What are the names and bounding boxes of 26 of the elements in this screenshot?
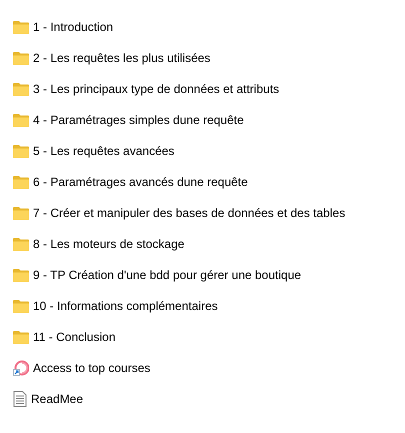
- folder-icon: [13, 144, 29, 158]
- file-name[interactable]: 5 - Les requêtes avancées: [33, 144, 174, 158]
- file-name[interactable]: 7 - Créer et manipuler des bases de données et des tables: [33, 206, 346, 220]
- file-name[interactable]: 2 - Les requêtes les plus utilisées: [33, 50, 210, 64]
- file-name[interactable]: 6 - Paramétrages avancés dune requête: [33, 174, 248, 188]
- file-name[interactable]: Access to top courses: [33, 360, 150, 374]
- folder-icon: [13, 82, 29, 96]
- file-name[interactable]: ReadMee: [31, 392, 84, 406]
- text-file-icon: [13, 390, 27, 406]
- folder-icon: [13, 50, 29, 64]
- file-name[interactable]: 1 - Introduction: [33, 20, 114, 34]
- folder-icon: [13, 20, 29, 34]
- file-name[interactable]: 11 - Conclusion: [33, 330, 116, 344]
- folder-icon: [13, 112, 29, 126]
- folder-icon: [13, 298, 29, 312]
- file-name[interactable]: 4 - Paramétrages simples dune requête: [33, 112, 244, 126]
- shortcut-icon: [13, 360, 29, 376]
- folder-icon: [13, 330, 29, 344]
- file-name[interactable]: 3 - Les principaux type de données et attributs: [33, 82, 280, 96]
- folder-icon: [13, 236, 29, 250]
- folder-icon: [13, 174, 29, 188]
- folder-icon: [13, 268, 29, 282]
- file-name[interactable]: 10 - Informations complémentaires: [33, 298, 218, 312]
- file-name[interactable]: 9 - TP Création d'une bdd pour gérer une boutique: [33, 268, 302, 282]
- folder-icon: [13, 206, 29, 220]
- file-name[interactable]: 8 - Les moteurs de stockage: [33, 236, 184, 250]
